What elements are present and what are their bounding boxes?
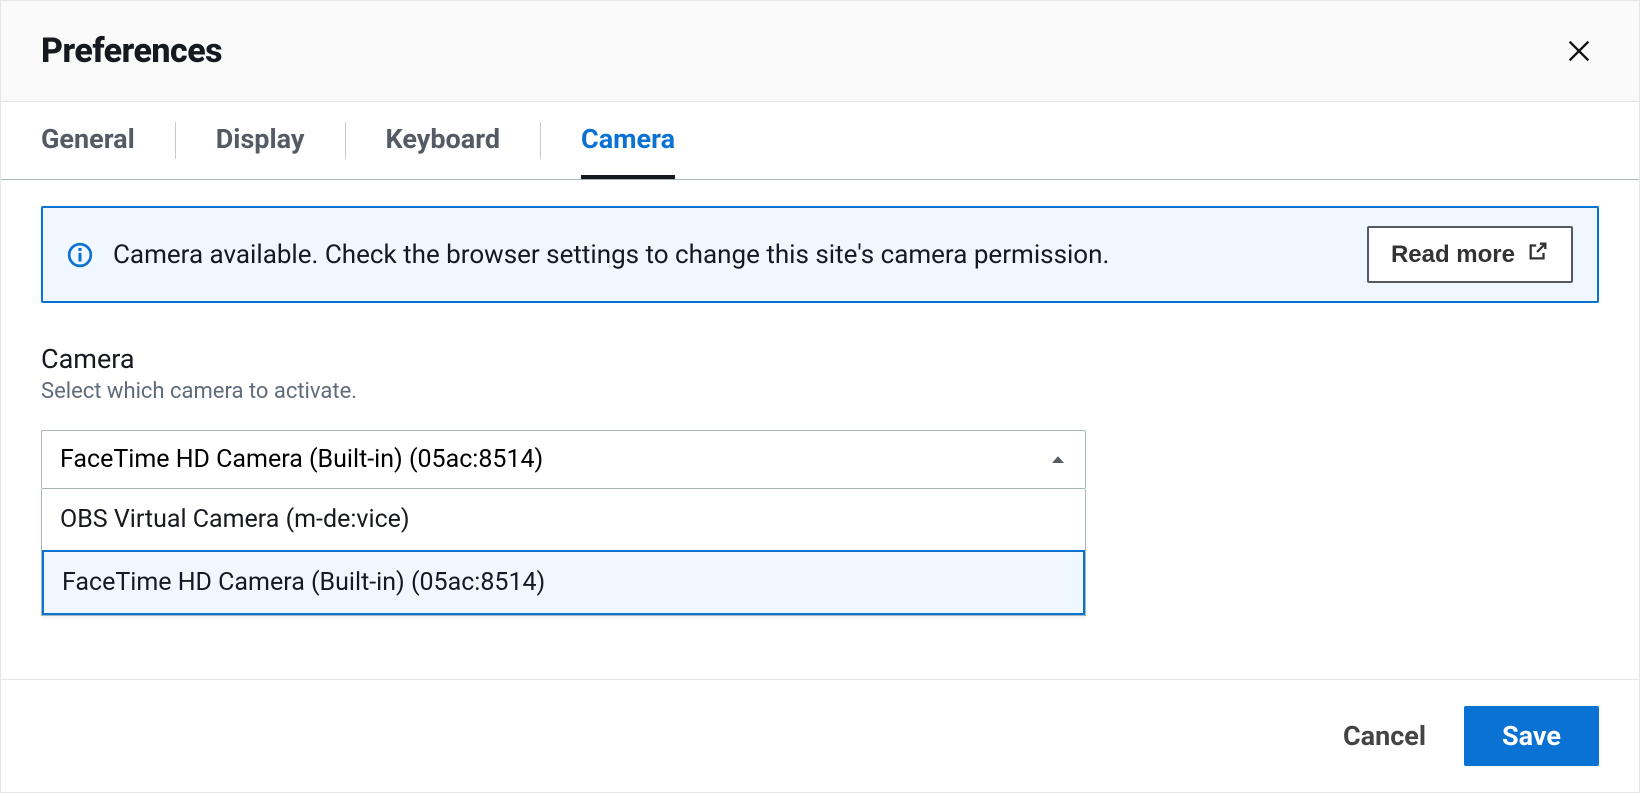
read-more-button[interactable]: Read more [1367, 226, 1573, 283]
camera-field-label: Camera [41, 343, 1599, 375]
tab-divider [345, 122, 346, 159]
tab-keyboard[interactable]: Keyboard [386, 102, 501, 179]
camera-select-value: FaceTime HD Camera (Built-in) (05ac:8514… [60, 445, 543, 474]
read-more-label: Read more [1391, 241, 1515, 269]
external-link-icon [1527, 240, 1549, 269]
close-button[interactable] [1559, 31, 1599, 71]
cancel-button[interactable]: Cancel [1333, 708, 1436, 764]
modal-title: Preferences [41, 31, 222, 71]
modal-header: Preferences [1, 1, 1639, 102]
tab-divider [540, 122, 541, 159]
modal-footer: Cancel Save [1, 679, 1639, 792]
modal-body: Camera available. Check the browser sett… [1, 180, 1639, 529]
camera-field: Camera Select which camera to activate. … [41, 343, 1599, 489]
tab-general[interactable]: General [41, 102, 135, 179]
save-button[interactable]: Save [1464, 706, 1599, 766]
camera-select: FaceTime HD Camera (Built-in) (05ac:8514… [41, 430, 1086, 489]
preferences-modal: Preferences General Display Keyboard Cam… [0, 0, 1640, 793]
alert-text: Camera available. Check the browser sett… [113, 240, 1109, 270]
tab-bar: General Display Keyboard Camera [1, 102, 1639, 180]
camera-option-facetime[interactable]: FaceTime HD Camera (Built-in) (05ac:8514… [42, 550, 1085, 615]
alert-content: Camera available. Check the browser sett… [67, 240, 1345, 270]
camera-permission-alert: Camera available. Check the browser sett… [41, 206, 1599, 303]
info-icon [67, 242, 93, 268]
camera-option-obs[interactable]: OBS Virtual Camera (m-de:vice) [42, 489, 1085, 550]
camera-field-help: Select which camera to activate. [41, 379, 1599, 404]
tab-display[interactable]: Display [216, 102, 305, 179]
caret-up-icon [1049, 451, 1067, 469]
camera-select-dropdown: OBS Virtual Camera (m-de:vice) FaceTime … [41, 489, 1086, 616]
tab-divider [175, 122, 176, 159]
close-icon [1565, 53, 1593, 68]
camera-select-trigger[interactable]: FaceTime HD Camera (Built-in) (05ac:8514… [41, 430, 1086, 489]
tab-camera[interactable]: Camera [581, 102, 675, 179]
